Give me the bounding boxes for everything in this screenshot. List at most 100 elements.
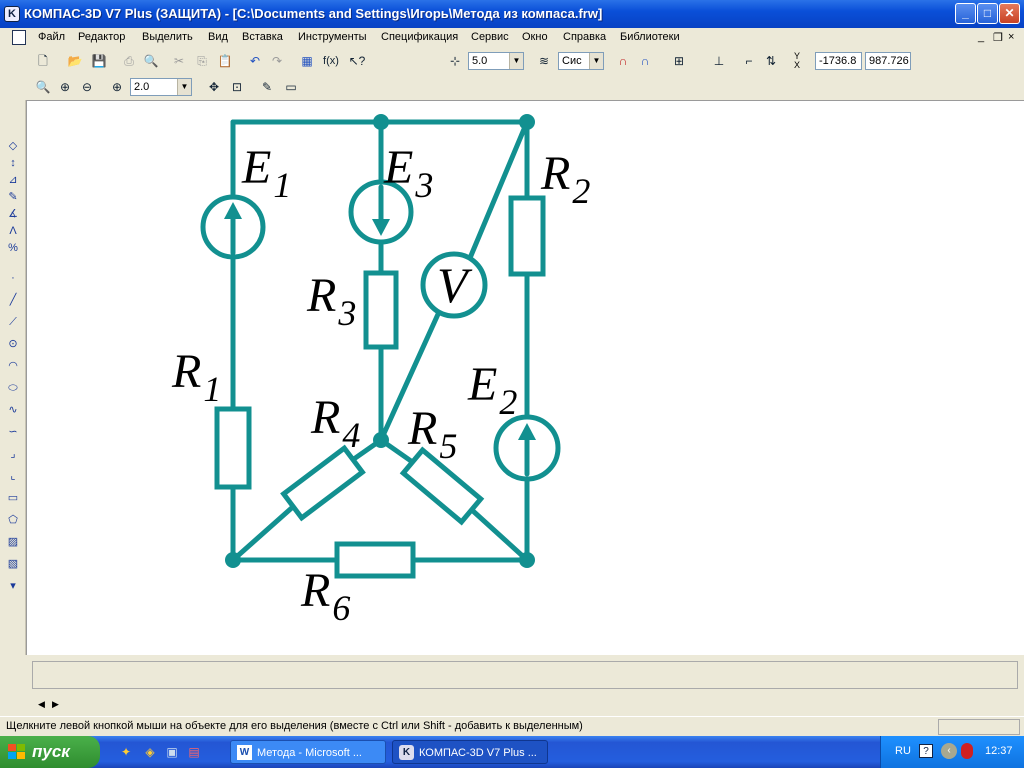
parametrization-panel-icon[interactable]: ∡ [5,206,21,222]
doc-restore-button[interactable]: ❐ [993,31,1003,44]
segment-tool-icon[interactable]: ⟋ [5,314,21,330]
menu-help[interactable]: Справка [563,31,606,43]
display-icon[interactable]: ▭ [282,78,300,96]
grid-icon[interactable]: ⊞ [670,52,688,70]
scroll-left-icon[interactable]: ◀ [38,699,45,710]
chamfer-tool-icon[interactable]: ⌟ [5,446,21,462]
chevron-down-icon[interactable]: ▼ [177,79,191,95]
spline-tool-icon[interactable]: ∿ [5,402,21,418]
style-field[interactable]: Сис ▼ [558,52,604,70]
menu-window[interactable]: Окно [522,31,548,43]
quicklaunch-explorer-icon[interactable]: ▣ [164,744,180,760]
task-kompas[interactable]: K КОМПАС-3D V7 Plus ... [392,740,548,764]
print-icon[interactable]: ⎙ [120,52,138,70]
coord-y-field[interactable]: 987.726 [865,52,911,70]
tray-back-icon[interactable]: ‹ [941,743,957,759]
document-icon[interactable] [12,30,26,45]
ellipse-tool-icon[interactable]: ⬭ [5,380,21,396]
snap-magnet-icon[interactable]: ∩ [614,52,632,70]
open-folder-icon[interactable]: 📂 [66,52,84,70]
step-icon[interactable]: ⊹ [446,52,464,70]
ortho-icon[interactable]: ⌐ [740,52,758,70]
zoom-scale-icon[interactable]: ⊕ [108,78,126,96]
variables-icon[interactable]: ▦ [298,52,316,70]
snap-settings-icon[interactable]: ∩ [636,52,654,70]
minimize-button[interactable]: _ [955,3,976,24]
zoom-value: 2.0 [134,81,150,93]
coordinates-icon: YX [794,51,801,70]
designations-panel-icon[interactable]: ⊿ [5,172,21,188]
close-button[interactable]: ✕ [999,3,1020,24]
zoom-in-icon[interactable]: ⊕ [56,78,74,96]
help-pointer-icon[interactable]: ↖? [348,52,366,70]
local-cs-icon[interactable]: ⊥ [710,52,728,70]
print-preview-icon[interactable]: 🔍 [142,52,160,70]
measure-panel-icon[interactable]: Λ [5,223,21,239]
auxiliary-line-icon[interactable]: ╱ [5,292,21,308]
menu-editor[interactable]: Редактор [78,31,125,43]
pan-icon[interactable]: ✥ [205,78,223,96]
chevron-down-icon[interactable]: ▼ [589,53,603,69]
chevron-down-icon[interactable]: ▼ [509,53,523,69]
hatch-tool-icon[interactable]: ▨ [5,534,21,550]
kompas-app-icon[interactable]: K [4,6,20,22]
contour-tool-icon[interactable]: ▧ [5,556,21,572]
quicklaunch-kompas-icon[interactable]: ◈ [142,744,158,760]
menu-insert[interactable]: Вставка [242,31,283,43]
copy-icon[interactable]: ⎘ [193,52,211,70]
menu-select[interactable]: Выделить [142,31,193,43]
label-r3: R3 [306,269,356,333]
refresh-icon[interactable]: ✎ [258,78,276,96]
maximize-button[interactable]: □ [977,3,998,24]
scroll-right-icon[interactable]: ▶ [52,699,59,710]
layers-icon[interactable]: ≋ [535,52,553,70]
arc-tool-icon[interactable]: ◠ [5,358,21,374]
paste-icon[interactable]: 📋 [216,52,234,70]
doc-close-button[interactable]: × [1008,31,1014,43]
menu-file[interactable]: Файл [38,31,65,43]
left-compact-toolbar: ◇ ↕ ⊿ ✎ ∡ Λ % · ╱ ⟋ ⊙ ◠ ⬭ ∿ ∽ ⌟ ⌞ ▭ ⬠ ▨ … [0,100,26,655]
edit-panel-icon[interactable]: ✎ [5,189,21,205]
fx-icon[interactable]: f(x) [320,52,342,70]
language-indicator[interactable]: RU [895,745,911,757]
bezier-tool-icon[interactable]: ∽ [5,424,21,440]
menu-tools[interactable]: Инструменты [298,31,367,43]
show-all-icon[interactable]: ⊡ [228,78,246,96]
zoom-field[interactable]: 2.0 ▼ [130,78,192,96]
new-document-icon[interactable]: 🗋 [34,52,52,70]
drawing-canvas[interactable]: E1 E3 R2 R3 V R1 E2 R4 R5 R6 [26,100,1024,655]
point-tool-icon[interactable]: · [5,270,21,286]
geometry-panel-icon[interactable]: ◇ [5,138,21,154]
round-icon[interactable]: ⇅ [762,52,780,70]
menu-view[interactable]: Вид [208,31,228,43]
node-center [373,432,389,448]
doc-minimize-button[interactable]: _ [978,31,984,43]
undo-icon[interactable]: ↶ [246,52,264,70]
zoom-out-icon[interactable]: ⊖ [78,78,96,96]
circle-tool-icon[interactable]: ⊙ [5,336,21,352]
coord-x-field[interactable]: -1736.8 [815,52,862,70]
step-field[interactable]: 5.0 ▼ [468,52,524,70]
start-button[interactable]: пуск [0,736,100,768]
menu-libraries[interactable]: Библиотеки [620,31,680,43]
menu-service[interactable]: Сервис [471,31,509,43]
cut-icon[interactable]: ✂ [170,52,188,70]
save-icon[interactable]: 💾 [90,52,108,70]
redo-icon[interactable]: ↷ [268,52,286,70]
tray-antivirus-icon[interactable] [961,743,973,759]
resistor-r2 [508,195,546,277]
help-icon[interactable]: ? [919,744,933,758]
quicklaunch-media-icon[interactable]: ▤ [186,744,202,760]
property-panel[interactable] [32,661,1018,689]
task-word-label: Метода - Microsoft ... [257,747,362,759]
fillet-tool-icon[interactable]: ⌞ [5,468,21,484]
quicklaunch-app-icon[interactable]: ✦ [118,744,134,760]
rectangle-tool-icon[interactable]: ▭ [5,490,21,506]
menu-specification[interactable]: Спецификация [381,31,458,43]
task-word[interactable]: W Метода - Microsoft ... [230,740,386,764]
scroll-down-icon[interactable]: ▾ [5,578,21,594]
zoom-window-icon[interactable]: 🔍 [34,78,52,96]
dimensions-panel-icon[interactable]: ↕ [5,155,21,171]
select-panel-icon[interactable]: % [5,240,21,256]
polygon-tool-icon[interactable]: ⬠ [5,512,21,528]
